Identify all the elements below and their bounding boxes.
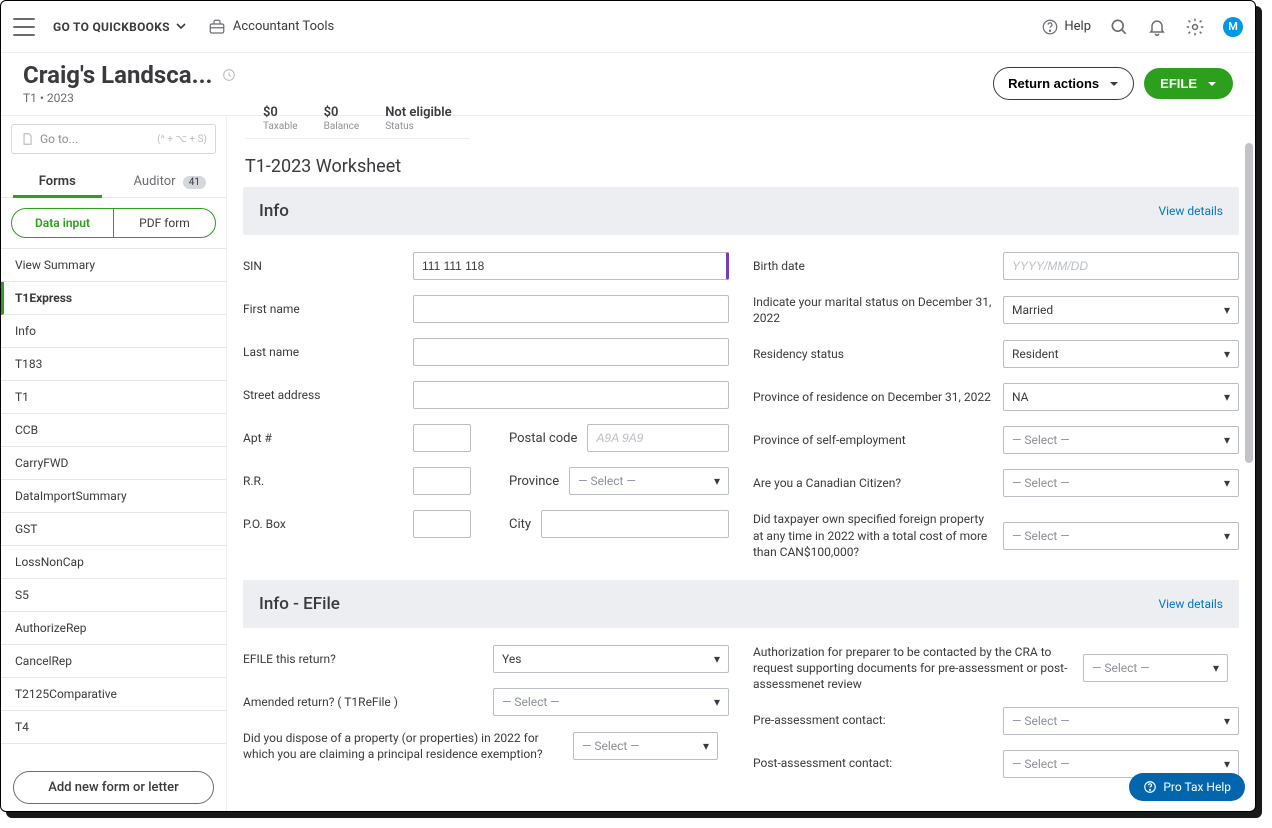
form-list: View SummaryT1ExpressInfoT183T1CCBCarryF…: [1, 248, 226, 759]
citizen-label: Are you a Canadian Citizen?: [753, 475, 993, 491]
tab-auditor[interactable]: Auditor 41: [114, 164, 227, 197]
citizen-select[interactable]: — Select —▾: [1003, 469, 1239, 497]
marital-select[interactable]: Married▾: [1003, 296, 1239, 324]
province-select[interactable]: — Select —▾: [569, 467, 729, 495]
help-button[interactable]: Help: [1041, 18, 1091, 36]
efile-return-select[interactable]: Yes▾: [493, 645, 729, 673]
foreign-select[interactable]: — Select —▾: [1003, 522, 1239, 550]
prov-res-label: Province of residence on December 31, 20…: [753, 389, 993, 405]
form-list-item[interactable]: CarryFWD: [1, 447, 226, 480]
postal-input[interactable]: [587, 424, 729, 452]
dispose-select[interactable]: — Select —▾: [573, 732, 718, 760]
efile-button[interactable]: EFILE: [1144, 68, 1233, 99]
refresh-icon[interactable]: [221, 67, 237, 83]
goto-search-input[interactable]: Go to... (^ + ⌥ + S): [11, 124, 216, 154]
toggle-pdf-form[interactable]: PDF form: [114, 209, 215, 237]
user-avatar[interactable]: M: [1223, 17, 1243, 37]
document-icon: [20, 132, 34, 146]
street-label: Street address: [243, 387, 403, 403]
marital-label: Indicate your marital status on December…: [753, 294, 993, 326]
form-list-item[interactable]: T2125Comparative: [1, 678, 226, 711]
last-name-input[interactable]: [413, 338, 729, 366]
pre-select[interactable]: — Select —▾: [1003, 707, 1239, 735]
help-circle-icon: [1041, 18, 1059, 36]
chevron-down-icon: [176, 20, 186, 34]
hamburger-menu-icon[interactable]: [13, 18, 35, 36]
form-list-item[interactable]: T1: [1, 381, 226, 414]
help-circle-icon: [1143, 780, 1157, 794]
accountant-tools-button[interactable]: Accountant Tools: [208, 18, 334, 36]
dispose-label: Did you dispose of a property (or proper…: [243, 730, 563, 762]
city-input[interactable]: [541, 510, 729, 538]
settings-gear-icon[interactable]: [1185, 17, 1205, 37]
rr-input[interactable]: [413, 467, 471, 495]
amended-select[interactable]: — Select —▾: [493, 688, 729, 716]
residency-select[interactable]: Resident▾: [1003, 340, 1239, 368]
form-list-item[interactable]: DataImportSummary: [1, 480, 226, 513]
return-subtitle: T1 • 2023: [23, 91, 237, 105]
add-form-button[interactable]: Add new form or letter: [13, 771, 214, 804]
search-icon[interactable]: [1109, 17, 1129, 37]
form-list-item[interactable]: AuthorizeRep: [1, 612, 226, 645]
pobox-label: P.O. Box: [243, 516, 403, 532]
scrollbar[interactable]: [1243, 53, 1255, 811]
first-name-input[interactable]: [413, 295, 729, 323]
pobox-input[interactable]: [413, 510, 471, 538]
prov-self-label: Province of self-employment: [753, 432, 993, 448]
residency-label: Residency status: [753, 346, 993, 362]
section-header-info: Info View details: [243, 187, 1239, 235]
efile-return-label: EFILE this return?: [243, 651, 483, 667]
form-list-item[interactable]: CCB: [1, 414, 226, 447]
province-label: Province: [509, 474, 559, 489]
form-list-item[interactable]: T183: [1, 348, 226, 381]
go-to-quickbooks-button[interactable]: GO TO QUICKBOOKS: [53, 20, 186, 34]
return-actions-button[interactable]: Return actions: [993, 67, 1134, 100]
sin-label: SIN: [243, 258, 403, 274]
pro-tax-help-button[interactable]: Pro Tax Help: [1129, 773, 1245, 801]
form-list-item[interactable]: S5: [1, 579, 226, 612]
amended-label: Amended return? ( T1ReFile ): [243, 694, 483, 710]
caret-down-icon: [1109, 79, 1119, 89]
form-list-item[interactable]: View Summary: [1, 249, 226, 282]
client-name: Craig's Landsca...: [23, 61, 213, 89]
rr-label: R.R.: [243, 473, 403, 489]
toggle-data-input[interactable]: Data input: [12, 209, 113, 237]
street-input[interactable]: [413, 381, 729, 409]
notifications-icon[interactable]: [1147, 17, 1167, 37]
view-toggle: Data input PDF form: [11, 208, 216, 238]
prov-self-select[interactable]: — Select —▾: [1003, 426, 1239, 454]
form-list-item[interactable]: GST: [1, 513, 226, 546]
apt-input[interactable]: [413, 424, 471, 452]
section-header-efile: Info - EFile View details: [243, 580, 1239, 628]
auth-label: Authorization for preparer to be contact…: [753, 644, 1073, 693]
sin-input[interactable]: [413, 252, 729, 280]
worksheet-title: T1-2023 Worksheet: [243, 156, 1239, 177]
form-list-item[interactable]: CancelRep: [1, 645, 226, 678]
view-details-link[interactable]: View details: [1158, 204, 1223, 218]
last-name-label: Last name: [243, 344, 403, 360]
postal-label: Postal code: [509, 431, 577, 446]
birth-label: Birth date: [753, 258, 993, 274]
tab-forms[interactable]: Forms: [1, 164, 114, 197]
first-name-label: First name: [243, 301, 403, 317]
city-label: City: [509, 517, 531, 532]
post-label: Post-assessment contact:: [753, 755, 993, 771]
foreign-label: Did taxpayer own specified foreign prope…: [753, 511, 993, 560]
toolbox-icon: [208, 18, 226, 36]
form-list-item[interactable]: Info: [1, 315, 226, 348]
form-list-item[interactable]: LossNonCap: [1, 546, 226, 579]
auth-select[interactable]: — Select —▾: [1083, 654, 1228, 682]
apt-label: Apt #: [243, 430, 403, 446]
caret-down-icon: [1207, 79, 1217, 89]
birth-input[interactable]: [1003, 252, 1239, 280]
form-list-item[interactable]: T4: [1, 711, 226, 744]
prov-res-select[interactable]: NA▾: [1003, 383, 1239, 411]
pre-label: Pre-assessment contact:: [753, 712, 993, 728]
form-list-item[interactable]: T1Express: [1, 282, 226, 315]
view-details-link[interactable]: View details: [1158, 597, 1223, 611]
